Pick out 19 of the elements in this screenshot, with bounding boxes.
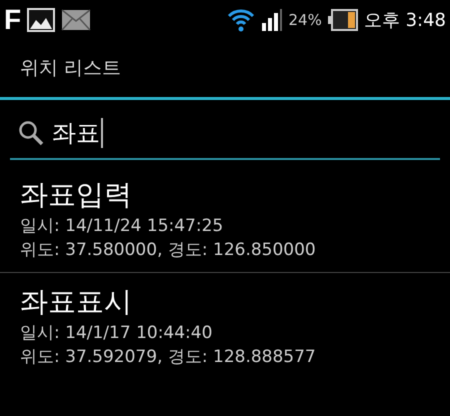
battery-icon: [328, 9, 358, 31]
screen-title: 위치 리스트: [20, 56, 122, 82]
location-name: 좌표입력: [20, 177, 133, 213]
search-field[interactable]: 좌표: [10, 108, 440, 160]
clock-time: 오후 3:48: [364, 8, 446, 32]
signal-icon: [260, 9, 282, 31]
battery-percent: 24%: [288, 10, 322, 31]
location-item[interactable]: 좌표표시 일시: 14/1/17 10:44:40 위도: 37.592079, 경도: 128.888577: [0, 281, 450, 379]
search-icon: [18, 120, 44, 146]
wifi-icon: [226, 8, 254, 32]
location-datetime: 일시: 14/11/24 15:47:25: [20, 215, 224, 238]
location-name: 좌표표시: [20, 284, 133, 320]
mail-icon: [61, 8, 92, 32]
location-item[interactable]: 좌표입력 일시: 14/11/24 15:47:25 위도: 37.580000, 경도: 126.850000: [0, 174, 450, 273]
notification-letter: F: [4, 6, 22, 34]
location-coordinates: 위도: 37.580000, 경도: 126.850000: [20, 239, 317, 262]
location-datetime: 일시: 14/1/17 10:44:40: [20, 322, 214, 345]
location-coordinates: 위도: 37.592079, 경도: 128.888577: [20, 346, 317, 369]
picture-icon: [27, 8, 56, 32]
